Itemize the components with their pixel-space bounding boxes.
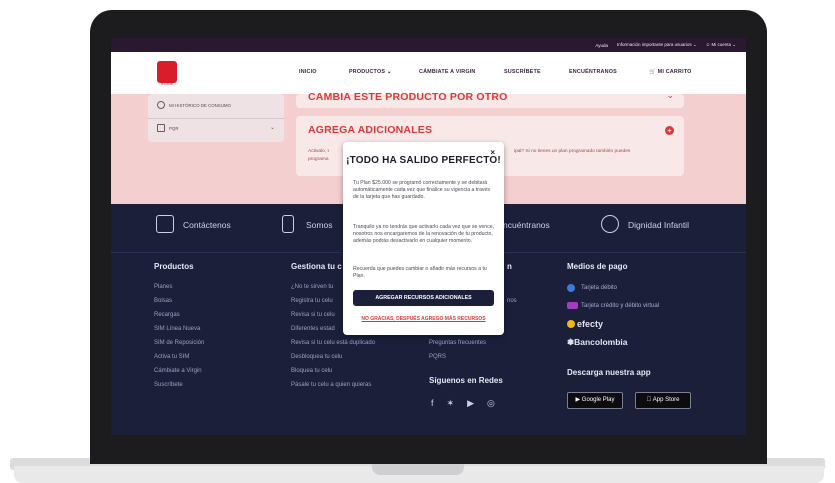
browser-screen: Ayuda Información importante para usuari… [111, 38, 746, 435]
modal-paragraph-3: Recuerda que puedes cambiar o añadir más… [353, 266, 487, 280]
menu-item-pqr[interactable]: PQR [169, 126, 179, 131]
facebook-icon[interactable]: f [431, 398, 434, 409]
success-modal: × ¡TODO HA SALIDO PERFECTO! Tu Plan $25.… [343, 142, 504, 335]
apple-icon:  [647, 397, 652, 403]
nav-inicio[interactable]: INICIO [299, 69, 317, 75]
footer-app-title: Descarga nuestra app [567, 368, 651, 377]
main-nav: mobile INICIO PRODUCTOS ⌄ CÁMBIATE A VIR… [111, 52, 746, 94]
twitter-icon[interactable]: ✶ [447, 398, 455, 409]
nav-encuentranos[interactable]: ENCUÉNTRANOS [569, 69, 617, 75]
modal-paragraph-2: Tranquilo ya no tendrás que activarlo ca… [353, 224, 495, 245]
play-icon: ▶ [575, 397, 581, 403]
footer-link[interactable]: Preguntas frecuentes [429, 340, 486, 346]
debit-card-icon [567, 284, 575, 292]
footer-link[interactable]: Planes [154, 284, 172, 290]
footer-link[interactable]: Pásale tu celu a quien quieras [291, 382, 371, 388]
app-store-badge[interactable]:  App Store [635, 392, 691, 409]
cart-label: MI CARRITO [657, 69, 692, 75]
cart-icon: 🛒 [649, 69, 656, 75]
footer-dignidad[interactable]: Dignidad Infantil [628, 220, 689, 230]
laptop-notch [372, 463, 464, 475]
footer-link[interactable]: Activa tu SIM [154, 354, 189, 360]
accordion-desc-left-2: programa [308, 157, 329, 162]
account-side-menu: MI HISTÓRICO DE CONSUMO PQR ⌄ [148, 94, 284, 142]
footer-link[interactable]: Revisa si tu celu está duplicado [291, 340, 375, 346]
footer-link[interactable]: SIM Línea Nueva [154, 326, 200, 332]
accordion-title: AGREGA ADICIONALES [308, 124, 433, 136]
child-icon [601, 215, 619, 233]
google-play-label: Google Play [581, 397, 615, 403]
app-store-label: App Store [649, 397, 680, 403]
accordion-change-product[interactable]: CAMBIA ESTE PRODUCTO POR OTRO ⌄ [296, 90, 684, 108]
help-link[interactable]: Ayuda [595, 43, 608, 48]
footer-social-title: Síguenos en Redes [429, 376, 503, 385]
footer-encuentranos[interactable]: ncuéntranos [503, 220, 550, 230]
menu-item-history[interactable]: MI HISTÓRICO DE CONSUMO [169, 103, 231, 108]
accordion-desc-right: ipal? Si no tienes un plan programado ta… [514, 149, 631, 154]
important-info-link[interactable]: Información importante para usuarios ⌄ [617, 42, 697, 48]
nav-cambiate[interactable]: CÁMBIATE A VIRGIN [419, 69, 476, 75]
menu-divider [148, 118, 284, 119]
efecty-icon [567, 320, 575, 328]
phone-icon [156, 215, 174, 233]
account-menu[interactable]: ☺ Mi cuenta ⌄ [706, 42, 736, 48]
footer-link[interactable]: Recargas [154, 312, 180, 318]
pay-bancolombia-label: Bancolombia [574, 337, 628, 347]
plus-icon[interactable]: + [665, 126, 674, 135]
accordion-desc-left: Activalo, t [308, 149, 329, 154]
pay-bancolombia: ❃Bancolombia [567, 337, 628, 348]
pqr-icon [157, 124, 165, 132]
instagram-icon[interactable]: ◎ [487, 398, 495, 409]
account-label: Mi cuenta ⌄ [711, 42, 736, 47]
pay-debit: Tarjeta débito [581, 285, 618, 291]
footer-contactenos[interactable]: Contáctenos [183, 220, 231, 230]
footer-col-title-productos: Productos [154, 262, 194, 271]
footer-link[interactable]: Bolsas [154, 298, 172, 304]
footer-link[interactable]: Revisa si tu celu [291, 312, 335, 318]
modal-paragraph-1: Tu Plan $25.000 se programó correctament… [353, 180, 490, 201]
youtube-icon[interactable]: ▶ [467, 398, 474, 409]
nav-productos[interactable]: PRODUCTOS ⌄ [349, 69, 392, 75]
footer-link[interactable]: Bloquea tu celu [291, 368, 332, 374]
footer-link[interactable]: Registra tu celu [291, 298, 333, 304]
virgin-logo[interactable] [157, 61, 177, 83]
footer-col-title-third: n [507, 262, 512, 271]
utility-bar: Ayuda Información importante para usuari… [111, 38, 746, 52]
footer-somos[interactable]: Somos [306, 220, 332, 230]
footer-col-title-gestiona: Gestiona tu c [291, 262, 342, 271]
footer-link[interactable]: PQRS [429, 354, 446, 360]
footer-link[interactable]: Cámbiate a Virgin [154, 368, 202, 374]
google-play-badge[interactable]: ▶ Google Play [567, 392, 623, 409]
mobile-icon [282, 215, 294, 233]
footer-link[interactable]: nos [507, 298, 517, 304]
modal-title: ¡TODO HA SALIDO PERFECTO! [346, 155, 501, 166]
accordion-title: CAMBIA ESTE PRODUCTO POR OTRO [308, 91, 508, 103]
nav-cart[interactable]: 🛒 MI CARRITO [649, 69, 692, 75]
logo-text: mobile [161, 81, 173, 86]
add-resources-button[interactable]: AGREGAR RECURSOS ADICIONALES [353, 290, 494, 306]
footer-link[interactable]: Desbloquea tu celu [291, 354, 342, 360]
nav-suscribete[interactable]: SUSCRÍBETE [504, 69, 541, 75]
footer-link[interactable]: ¿No te sirven tu [291, 284, 333, 290]
history-icon [157, 101, 165, 109]
footer-link[interactable]: SIM de Reposición [154, 340, 204, 346]
footer-link[interactable]: Diferentes estad [291, 326, 335, 332]
chevron-down-icon[interactable]: ⌄ [270, 124, 275, 131]
social-icons: f ✶ ▶ ◎ [431, 398, 495, 409]
pay-efecty: efecty [577, 319, 604, 329]
chevron-down-icon: ⌄ [666, 90, 674, 100]
pay-credit: Tarjeta crédito y débito virtual [581, 303, 660, 309]
credit-card-icon [567, 302, 578, 309]
decline-link[interactable]: NO GRACIAS, DESPUÉS AGREGO MÁS RECURSOS [343, 316, 504, 322]
footer-col-title-pagos: Medios de pago [567, 262, 628, 271]
footer-link[interactable]: Suscríbete [154, 382, 183, 388]
